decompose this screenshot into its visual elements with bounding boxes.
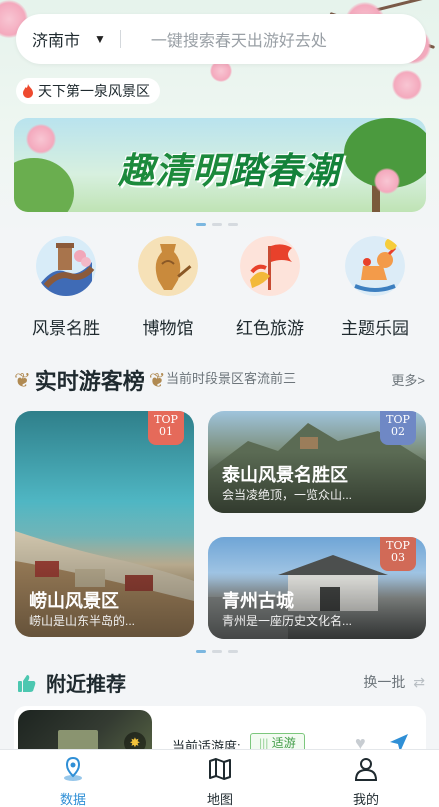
search-bar[interactable]: 济南市 ▼ 一键搜索春天出游好去处 bbox=[16, 14, 426, 64]
tab-label: 数据 bbox=[59, 792, 86, 807]
category-label: 博物馆 bbox=[142, 319, 194, 338]
rank-badge: TOP 03 bbox=[380, 537, 416, 571]
ranking-more-link[interactable]: 更多> bbox=[391, 370, 425, 389]
refresh-button[interactable]: 换一批 ⇄ bbox=[363, 672, 425, 692]
category-red-tourism[interactable]: 红色旅游 bbox=[222, 236, 318, 339]
banner-title-part1: 趣清明 bbox=[118, 150, 230, 191]
ranking-pagination bbox=[196, 650, 238, 653]
rank-badge: TOP 01 bbox=[148, 411, 184, 445]
tab-profile[interactable]: 我的 bbox=[326, 756, 406, 807]
ranking-card-2[interactable]: TOP 02 泰山风景名胜区 会当凌绝顶，一览众山... bbox=[208, 411, 426, 513]
ranking-title: ❦ 实时游客榜 ❦ bbox=[14, 364, 166, 396]
card-desc: 会当凌绝顶，一览众山... bbox=[222, 488, 353, 502]
card-desc: 崂山是山东半岛的... bbox=[29, 614, 136, 628]
rank-badge: TOP 02 bbox=[380, 411, 416, 445]
swap-icon: ⇄ bbox=[413, 674, 425, 690]
banner-pagination bbox=[196, 223, 238, 226]
category-museum[interactable]: 博物馆 bbox=[120, 236, 216, 339]
card-name: 崂山风景区 bbox=[29, 591, 119, 611]
flame-icon bbox=[23, 84, 33, 98]
category-theme-park[interactable]: 主题乐园 bbox=[327, 236, 423, 339]
blossom-decoration bbox=[26, 124, 56, 154]
refresh-label: 换一批 bbox=[363, 674, 406, 690]
card-name: 青州古城 bbox=[222, 591, 294, 611]
category-label: 红色旅游 bbox=[236, 319, 304, 338]
pagination-dot bbox=[212, 223, 222, 226]
search-divider bbox=[119, 30, 121, 48]
badge-text: 适游 bbox=[271, 736, 296, 750]
pagination-dot bbox=[228, 223, 238, 226]
category-grid: 风景名胜 博物馆 红色旅游 主题乐园 bbox=[0, 236, 439, 341]
pagination-dot bbox=[228, 650, 238, 653]
card-name: 泰山风景名胜区 bbox=[222, 465, 348, 485]
rank-number: 01 bbox=[159, 424, 173, 438]
laurel-left-icon: ❦ bbox=[14, 369, 31, 392]
nearby-title: 附近推荐 bbox=[18, 668, 126, 697]
laurel-right-icon: ❦ bbox=[148, 369, 166, 392]
pagination-dot bbox=[196, 650, 206, 653]
museum-vase-icon bbox=[138, 236, 198, 296]
rank-top-label: TOP bbox=[386, 413, 410, 426]
red-flag-icon bbox=[240, 236, 300, 296]
banner-title-part2: 踏春潮 bbox=[229, 150, 341, 191]
thumbs-up-icon bbox=[18, 674, 36, 692]
great-wall-icon bbox=[36, 236, 96, 296]
location-pin-icon bbox=[64, 756, 82, 781]
featured-scenic-chip[interactable]: 天下第一泉风景区 bbox=[16, 78, 160, 104]
chip-label: 天下第一泉风景区 bbox=[38, 83, 150, 99]
tab-label: 地图 bbox=[206, 792, 233, 807]
caret-down-icon[interactable]: ▼ bbox=[94, 32, 106, 46]
card-desc: 青州是一座历史文化名... bbox=[222, 614, 353, 628]
tab-data[interactable]: 数据 bbox=[33, 756, 113, 807]
nearby-title-text: 附近推荐 bbox=[46, 674, 126, 696]
map-icon bbox=[209, 758, 231, 780]
user-icon bbox=[354, 758, 378, 781]
bottom-tab-bar: 数据 地图 我的 bbox=[0, 749, 439, 807]
promo-banner[interactable]: 趣清明踏春潮 bbox=[14, 118, 426, 212]
banner-title: 趣清明踏春潮 bbox=[118, 142, 340, 194]
rank-top-label: TOP bbox=[386, 539, 410, 552]
city-selector[interactable]: 济南市 bbox=[32, 27, 80, 51]
ranking-card-1[interactable]: TOP 01 崂山风景区 崂山是山东半岛的... bbox=[15, 411, 194, 637]
ranking-subtitle: 当前时段景区客流前三 bbox=[166, 371, 297, 386]
category-label: 风景名胜 bbox=[32, 319, 100, 338]
tab-label: 我的 bbox=[352, 792, 379, 807]
pagination-dot bbox=[196, 223, 206, 226]
blossom-decoration bbox=[374, 168, 400, 194]
tree-decoration bbox=[14, 158, 74, 212]
rank-number: 02 bbox=[391, 424, 405, 438]
rank-number: 03 bbox=[391, 550, 405, 564]
pagination-dot bbox=[212, 650, 222, 653]
category-label: 主题乐园 bbox=[341, 319, 409, 338]
ranking-card-3[interactable]: TOP 03 青州古城 青州是一座历史文化名... bbox=[208, 537, 426, 639]
blossom-decoration bbox=[392, 70, 422, 100]
search-input[interactable]: 一键搜索春天出游好去处 bbox=[151, 27, 327, 51]
category-scenic[interactable]: 风景名胜 bbox=[18, 236, 114, 339]
ranking-title-text: 实时游客榜 bbox=[34, 369, 145, 395]
rank-top-label: TOP bbox=[154, 413, 178, 426]
tab-map[interactable]: 地图 bbox=[180, 756, 260, 807]
rocking-horse-icon bbox=[345, 236, 405, 296]
